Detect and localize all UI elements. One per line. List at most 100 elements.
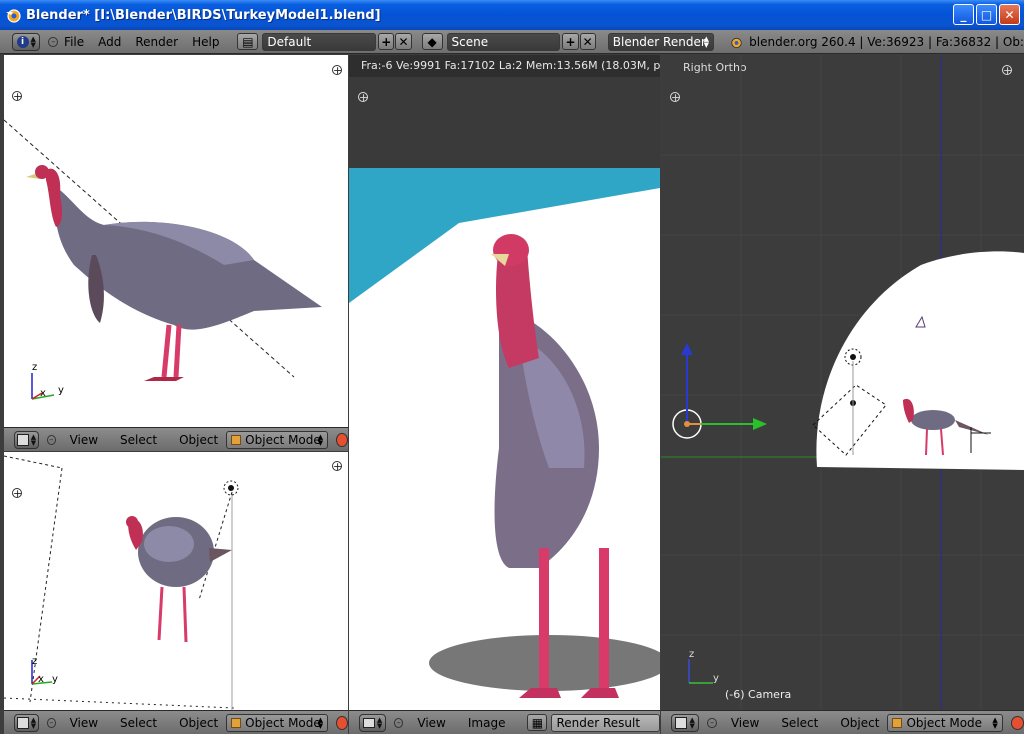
axis-z-label: z [32, 656, 38, 667]
collapse-menu-icon[interactable]: – [47, 434, 56, 445]
image-browse-icon[interactable]: ▦ [527, 714, 548, 731]
updown-arrows-icon: ▲ ▼ [30, 715, 37, 730]
view3d-icon [675, 716, 688, 729]
menu-image[interactable]: Image [468, 716, 506, 730]
updown-arrows-icon: ▲ ▼ [30, 432, 37, 447]
axis-x-label: x [40, 388, 46, 399]
blender-logo-icon [6, 9, 21, 23]
render-engine-select[interactable]: Blender Render ▲ ▼ [607, 32, 715, 51]
info-icon: i [16, 35, 29, 48]
screen-layout-icon[interactable]: ▤ [237, 33, 259, 50]
editor-type-button[interactable]: i ▲ ▼ [12, 32, 41, 51]
updown-arrows-icon: ▲ ▼ [703, 34, 710, 49]
view3d-icon [16, 433, 29, 446]
active-object-label: (-6) Camera [725, 688, 792, 701]
screen-layout-value: Default [267, 34, 312, 49]
render-info-bar: Fra:-6 Ve:9991 Fa:17102 La:2 Mem:13.56M … [349, 55, 660, 77]
viewport-top-left-header: ▲ ▼ – View Select Object Object Mode ▲ ▼ [4, 427, 348, 451]
menu-select[interactable]: Select [120, 716, 157, 730]
menu-help[interactable]: Help [192, 35, 219, 49]
delete-screen-button[interactable]: ✕ [395, 33, 412, 50]
mode-select[interactable]: Object Mode ▲ ▼ [226, 430, 329, 449]
rendered-image [349, 168, 660, 710]
viewport-right-header: ▲ ▼ – View Select Object Object Mode ▲ ▼ [661, 710, 1024, 734]
axis-x-label: x [38, 674, 44, 685]
updown-arrows-icon: ▲ ▼ [30, 34, 36, 49]
updown-arrows-icon: ▲ ▼ [317, 432, 324, 447]
close-window-button[interactable]: ✕ [999, 4, 1020, 25]
close-icon: ✕ [1004, 7, 1015, 22]
menu-object[interactable]: Object [179, 433, 218, 447]
image-name-value: Render Result [556, 715, 641, 730]
render-engine-value: Blender Render [612, 34, 706, 49]
object-mode-icon [892, 717, 903, 728]
minimize-icon: _ [960, 7, 967, 22]
image-editor-icon [362, 717, 375, 728]
collapse-menu-icon[interactable]: – [48, 36, 59, 47]
editor-type-button[interactable]: ▲ ▼ [359, 713, 387, 732]
menu-view[interactable]: View [417, 716, 445, 730]
updown-arrows-icon: ▲ ▼ [376, 715, 383, 730]
view3d-icon [16, 716, 29, 729]
area-corner-icon[interactable]: + [358, 92, 368, 103]
axis-y-label: y [58, 385, 64, 396]
add-scene-button[interactable]: + [562, 33, 579, 50]
axis-y-label: y [713, 673, 719, 684]
axis-y-label: y [52, 674, 58, 685]
render-info-text: Fra:-6 Ve:9991 Fa:17102 La:2 Mem:13.56M … [361, 59, 660, 72]
scene-value: Scene [451, 34, 489, 49]
editor-type-button[interactable]: ▲ ▼ [14, 713, 39, 732]
menu-add[interactable]: Add [98, 35, 121, 49]
image-name-field[interactable]: Render Result [551, 713, 660, 732]
add-screen-button[interactable]: + [378, 33, 395, 50]
menu-view[interactable]: View [731, 716, 759, 730]
editor-type-button[interactable]: ▲ ▼ [671, 713, 700, 732]
delete-scene-button[interactable]: ✕ [579, 33, 596, 50]
updown-arrows-icon: ▲ ▼ [317, 715, 324, 730]
object-mode-icon [231, 434, 242, 445]
object-mode-icon [231, 717, 242, 728]
screen-layout-field[interactable]: Default [262, 32, 377, 51]
updown-arrows-icon: ▲ ▼ [992, 715, 998, 730]
minimize-button[interactable]: _ [953, 4, 974, 25]
scene-field[interactable]: Scene [446, 32, 561, 51]
scene-icon[interactable]: ◆ [421, 33, 443, 50]
viewport-right[interactable]: Right Ortho + + z y (-6) Camera [661, 55, 1024, 710]
mode-select[interactable]: Object Mode ▲ ▼ [226, 713, 329, 732]
menu-file[interactable]: File [64, 35, 84, 49]
info-header: i ▲ ▼ – File Add Render Help ▤ Default + … [0, 30, 1024, 54]
mode-select[interactable]: Object Mode ▲ ▼ [887, 713, 1003, 732]
window-title-bar[interactable]: Blender* [I:\Blender\BIRDS\TurkeyModel1.… [0, 0, 1024, 30]
axis-z-label: z [32, 362, 38, 373]
render-result-area[interactable]: Fra:-6 Ve:9991 Fa:17102 La:2 Mem:13.56M … [349, 55, 660, 710]
viewport-shading-icon[interactable] [336, 432, 348, 447]
mode-value: Object Mode [245, 715, 321, 730]
maximize-icon: □ [980, 7, 993, 22]
collapse-menu-icon[interactable]: – [47, 717, 56, 728]
menu-select[interactable]: Select [120, 433, 157, 447]
menu-object[interactable]: Object [179, 716, 218, 730]
axis-z-label: z [689, 649, 695, 660]
scene-stats: blender.org 260.4 | Ve:36923 | Fa:36832 … [749, 34, 1024, 49]
mode-value: Object Mode [245, 432, 321, 447]
render-header: ▲ ▼ – View Image ▦ Render Result [349, 710, 660, 734]
blender-logo-icon [731, 37, 742, 48]
menu-object[interactable]: Object [840, 716, 879, 730]
viewport-bottom-left[interactable]: + + z x y [4, 452, 348, 710]
maximize-button[interactable]: □ [976, 4, 997, 25]
viewport-top-left[interactable]: + + z x y [4, 55, 348, 427]
menu-render[interactable]: Render [135, 35, 178, 49]
updown-arrows-icon: ▲ ▼ [689, 715, 695, 730]
viewport-bottom-left-header: ▲ ▼ – View Select Object Object Mode ▲ ▼ [4, 710, 348, 734]
collapse-menu-icon[interactable]: – [707, 717, 717, 728]
menu-select[interactable]: Select [781, 716, 818, 730]
viewport-shading-icon[interactable] [1010, 715, 1024, 730]
editor-type-button[interactable]: ▲ ▼ [14, 430, 39, 449]
menu-view[interactable]: View [70, 433, 98, 447]
window-title: Blender* [I:\Blender\BIRDS\TurkeyModel1.… [26, 7, 381, 23]
menu-view[interactable]: View [70, 716, 98, 730]
collapse-menu-icon[interactable]: – [394, 717, 404, 728]
scene-ortho-view [661, 55, 1024, 710]
viewport-shading-icon[interactable] [336, 715, 348, 730]
mode-value: Object Mode [906, 715, 983, 730]
